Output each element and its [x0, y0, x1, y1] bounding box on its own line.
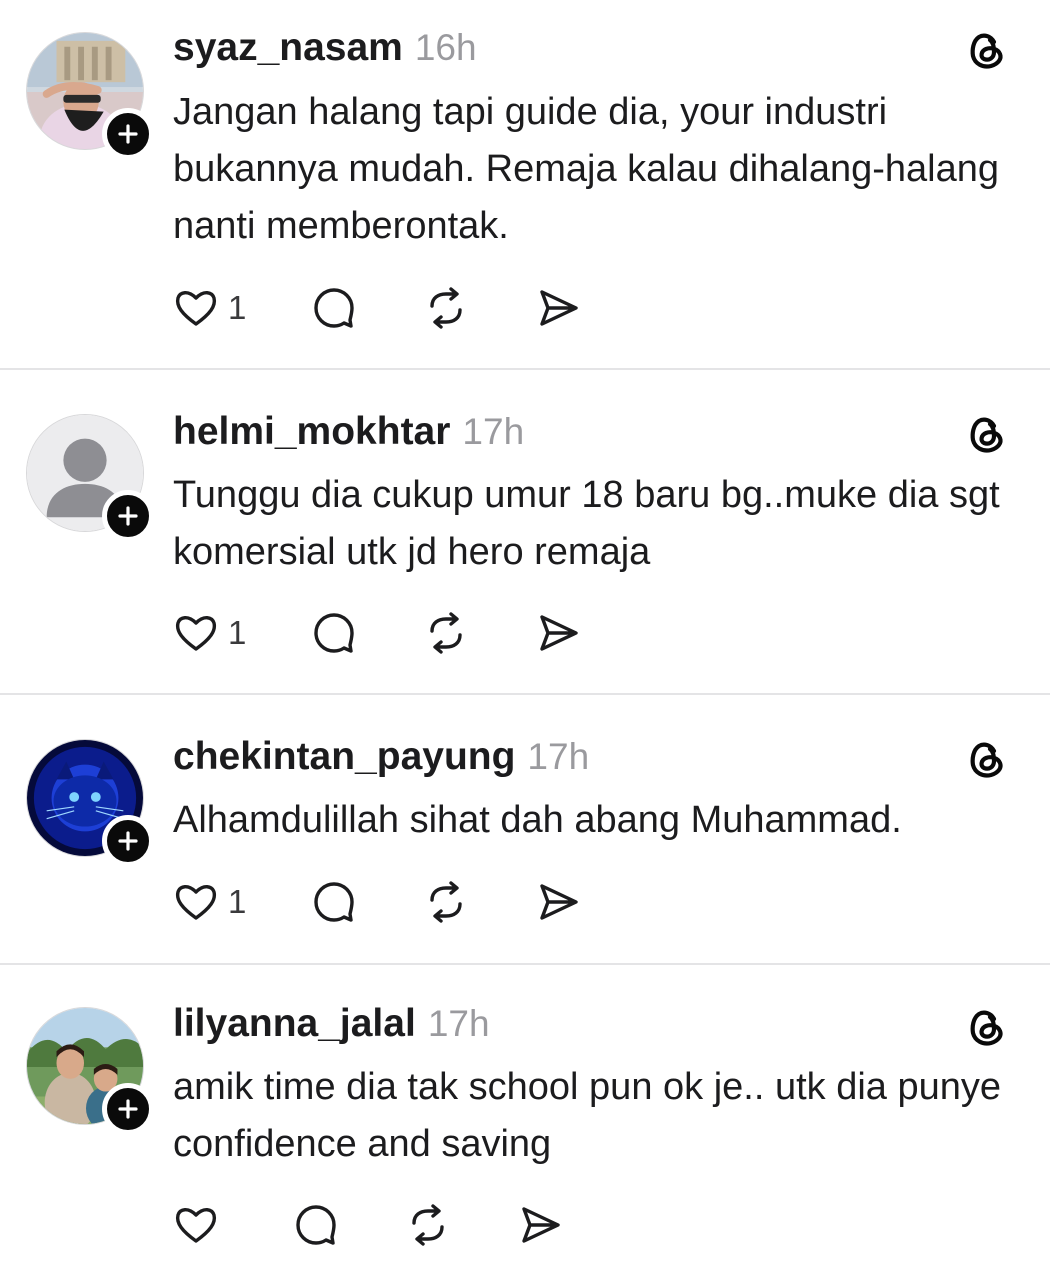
- timestamp: 17h: [462, 411, 525, 452]
- share-button[interactable]: [534, 284, 582, 332]
- action-bar: 1: [172, 876, 582, 928]
- heart-icon: [175, 885, 217, 920]
- follow-button[interactable]: [102, 490, 154, 542]
- username[interactable]: chekintan_payung: [173, 735, 515, 779]
- repost-icon: [412, 1204, 444, 1246]
- post-text: Tunggu dia cukup umur 18 baru bg..muke d…: [173, 474, 1000, 573]
- repost-button[interactable]: [422, 284, 470, 332]
- action-bar: 1: [172, 607, 582, 659]
- like-button[interactable]: 1: [172, 284, 246, 332]
- timestamp: 16h: [414, 27, 477, 68]
- reply-button[interactable]: [310, 878, 358, 926]
- plus-icon: [118, 831, 138, 851]
- follow-button[interactable]: [102, 815, 154, 867]
- action-bar: 1: [172, 282, 582, 334]
- post-header: syaz_nasam 16h: [173, 26, 477, 76]
- comment-icon: [314, 613, 355, 653]
- follow-button[interactable]: [102, 108, 154, 160]
- avatar-container[interactable]: [26, 414, 154, 542]
- timestamp: 17h: [527, 736, 590, 777]
- post: lilyanna_jalal 17h amik time dia tak sch…: [0, 965, 1050, 1280]
- avatar-container[interactable]: [26, 32, 154, 160]
- share-button[interactable]: [516, 1201, 564, 1249]
- repost-button[interactable]: [404, 1201, 452, 1249]
- repost-button[interactable]: [422, 878, 470, 926]
- repost-icon: [430, 287, 463, 329]
- plus-icon: [118, 506, 138, 526]
- comment-icon: [296, 1205, 336, 1245]
- like-button[interactable]: 1: [172, 609, 246, 657]
- replies-feed: syaz_nasam 16h Jangan halang tapi guide …: [0, 0, 1050, 1280]
- post-header: helmi_mokhtar 17h: [173, 410, 524, 460]
- username[interactable]: syaz_nasam: [173, 26, 403, 70]
- username[interactable]: helmi_mokhtar: [173, 410, 450, 454]
- like-count: 1: [228, 289, 247, 326]
- reply-button[interactable]: [310, 284, 358, 332]
- avatar-container[interactable]: [26, 1007, 154, 1135]
- username[interactable]: lilyanna_jalal: [173, 1002, 416, 1046]
- plus-icon: [118, 1099, 138, 1119]
- post: syaz_nasam 16h Jangan halang tapi guide …: [0, 0, 1050, 370]
- post-text: Jangan halang tapi guide dia, your indus…: [173, 91, 1000, 247]
- repost-icon: [430, 612, 463, 654]
- threads-icon[interactable]: [964, 1005, 1008, 1049]
- threads-icon[interactable]: [964, 737, 1008, 781]
- post: chekintan_payung 17h Alhamdulillah sihat…: [0, 695, 1050, 965]
- like-count: 1: [228, 883, 247, 920]
- repost-button[interactable]: [422, 609, 470, 657]
- like-button[interactable]: [172, 1201, 228, 1249]
- plus-icon: [118, 124, 138, 144]
- threads-icon[interactable]: [964, 412, 1008, 456]
- threads-icon[interactable]: [964, 28, 1008, 72]
- avatar-container[interactable]: [26, 739, 154, 867]
- send-icon: [540, 615, 579, 651]
- post-text: Alhamdulillah sihat dah abang Muhammad.: [173, 799, 902, 841]
- post-header: lilyanna_jalal 17h: [173, 1002, 490, 1052]
- repost-icon: [430, 881, 463, 923]
- heart-icon: [175, 616, 217, 651]
- follow-button[interactable]: [102, 1083, 154, 1135]
- share-button[interactable]: [534, 878, 582, 926]
- send-icon: [540, 290, 579, 326]
- comment-icon: [314, 882, 355, 922]
- heart-icon: [175, 1208, 217, 1243]
- reply-button[interactable]: [310, 609, 358, 657]
- share-button[interactable]: [534, 609, 582, 657]
- heart-icon: [175, 291, 217, 326]
- post: helmi_mokhtar 17h Tunggu dia cukup umur …: [0, 370, 1050, 695]
- like-button[interactable]: 1: [172, 878, 246, 926]
- send-icon: [522, 1207, 560, 1243]
- timestamp: 17h: [427, 1003, 490, 1044]
- post-header: chekintan_payung 17h: [173, 735, 589, 785]
- like-count: 1: [228, 614, 247, 651]
- send-icon: [540, 884, 579, 920]
- comment-icon: [314, 288, 355, 328]
- action-bar: [172, 1199, 564, 1251]
- post-text: amik time dia tak school pun ok je.. utk…: [173, 1066, 1002, 1165]
- reply-button[interactable]: [292, 1201, 340, 1249]
